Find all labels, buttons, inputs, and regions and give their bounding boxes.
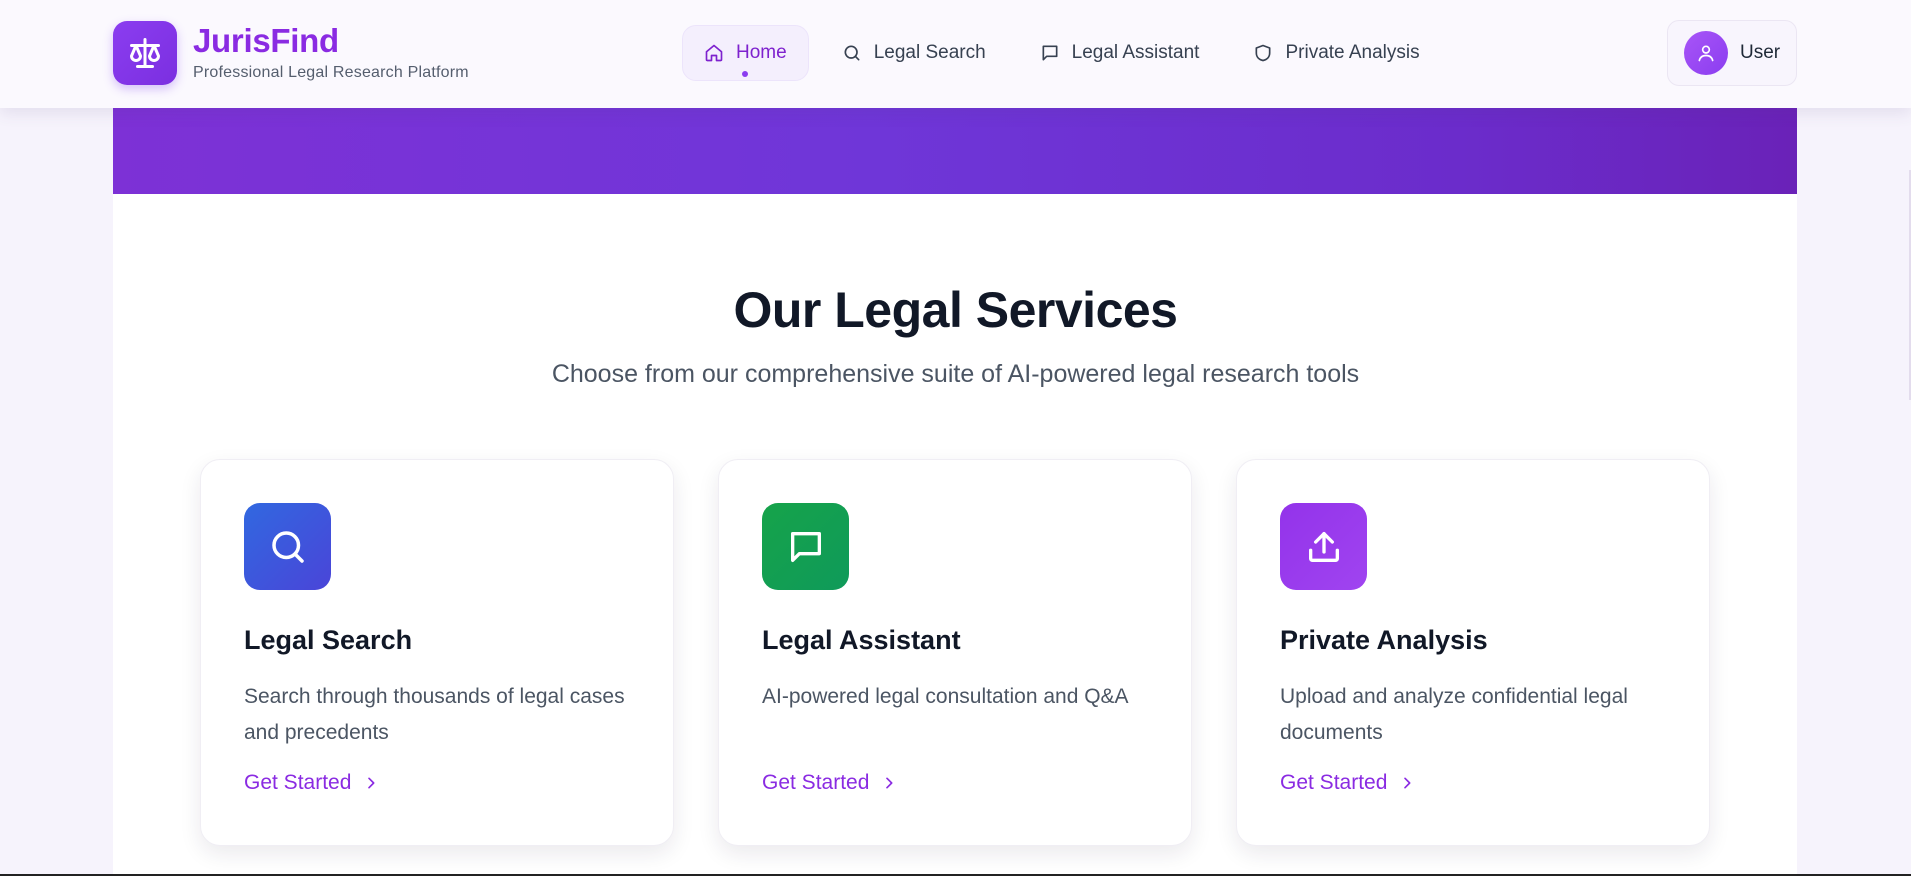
card-title: Legal Search xyxy=(244,625,413,655)
card-description: Upload and analyze confidential legal do… xyxy=(1280,685,1628,744)
nav-private-analysis-label: Private Analysis xyxy=(1285,42,1420,63)
card-description: Search through thousands of legal cases … xyxy=(244,685,625,744)
card-title: Legal Assistant xyxy=(762,625,961,655)
card-title: Private Analysis xyxy=(1280,625,1488,655)
get-started-label: Get Started xyxy=(244,771,352,794)
nav-home-label: Home xyxy=(736,42,787,63)
nav-home[interactable]: Home xyxy=(682,25,809,81)
page-subtitle: Choose from our comprehensive suite of A… xyxy=(551,360,1360,388)
nav-legal-search[interactable]: Legal Search xyxy=(821,25,1007,81)
chevron-right-icon xyxy=(886,777,893,789)
home-icon xyxy=(705,44,723,62)
get-started-label: Get Started xyxy=(762,771,870,794)
search-icon xyxy=(244,503,331,590)
service-card-legal-search: Legal Search Search through thousands of… xyxy=(200,459,674,846)
nav-legal-assistant-label: Legal Assistant xyxy=(1071,42,1200,63)
nav-legal-search-label: Legal Search xyxy=(873,42,986,63)
shield-icon xyxy=(1255,44,1271,62)
get-started-link[interactable]: Get Started xyxy=(244,771,379,795)
main-nav: Home Legal Search Legal Assistant Privat… xyxy=(682,25,1453,81)
brand-name: JurisFind xyxy=(193,22,339,60)
top-navbar: JurisFind Professional Legal Research Pl… xyxy=(0,0,1911,108)
chevron-right-icon xyxy=(368,777,375,789)
hero-banner xyxy=(113,108,1797,194)
active-indicator xyxy=(742,71,749,77)
upload-icon xyxy=(1280,503,1367,590)
get-started-label: Get Started xyxy=(1280,771,1388,794)
chat-icon xyxy=(1042,45,1058,61)
nav-legal-assistant[interactable]: Legal Assistant xyxy=(1019,25,1221,81)
search-icon xyxy=(844,45,860,61)
user-icon xyxy=(1684,31,1728,75)
brand[interactable]: JurisFind Professional Legal Research Pl… xyxy=(113,21,469,85)
service-card-legal-assistant: Legal Assistant AI-powered legal consult… xyxy=(718,459,1192,846)
page-title: Our Legal Services xyxy=(733,282,1178,338)
card-description: AI-powered legal consultation and Q&A xyxy=(762,685,1129,708)
service-card-private-analysis: Private Analysis Upload and analyze conf… xyxy=(1236,459,1710,846)
scale-icon xyxy=(113,21,177,85)
nav-private-analysis[interactable]: Private Analysis xyxy=(1232,25,1440,81)
get-started-link[interactable]: Get Started xyxy=(762,771,897,795)
brand-subtitle: Professional Legal Research Platform xyxy=(193,63,469,81)
chevron-right-icon xyxy=(1404,777,1411,789)
chat-icon xyxy=(762,503,849,590)
user-label: User xyxy=(1740,42,1781,63)
user-menu-button[interactable]: User xyxy=(1667,20,1797,86)
get-started-link[interactable]: Get Started xyxy=(1280,771,1415,795)
